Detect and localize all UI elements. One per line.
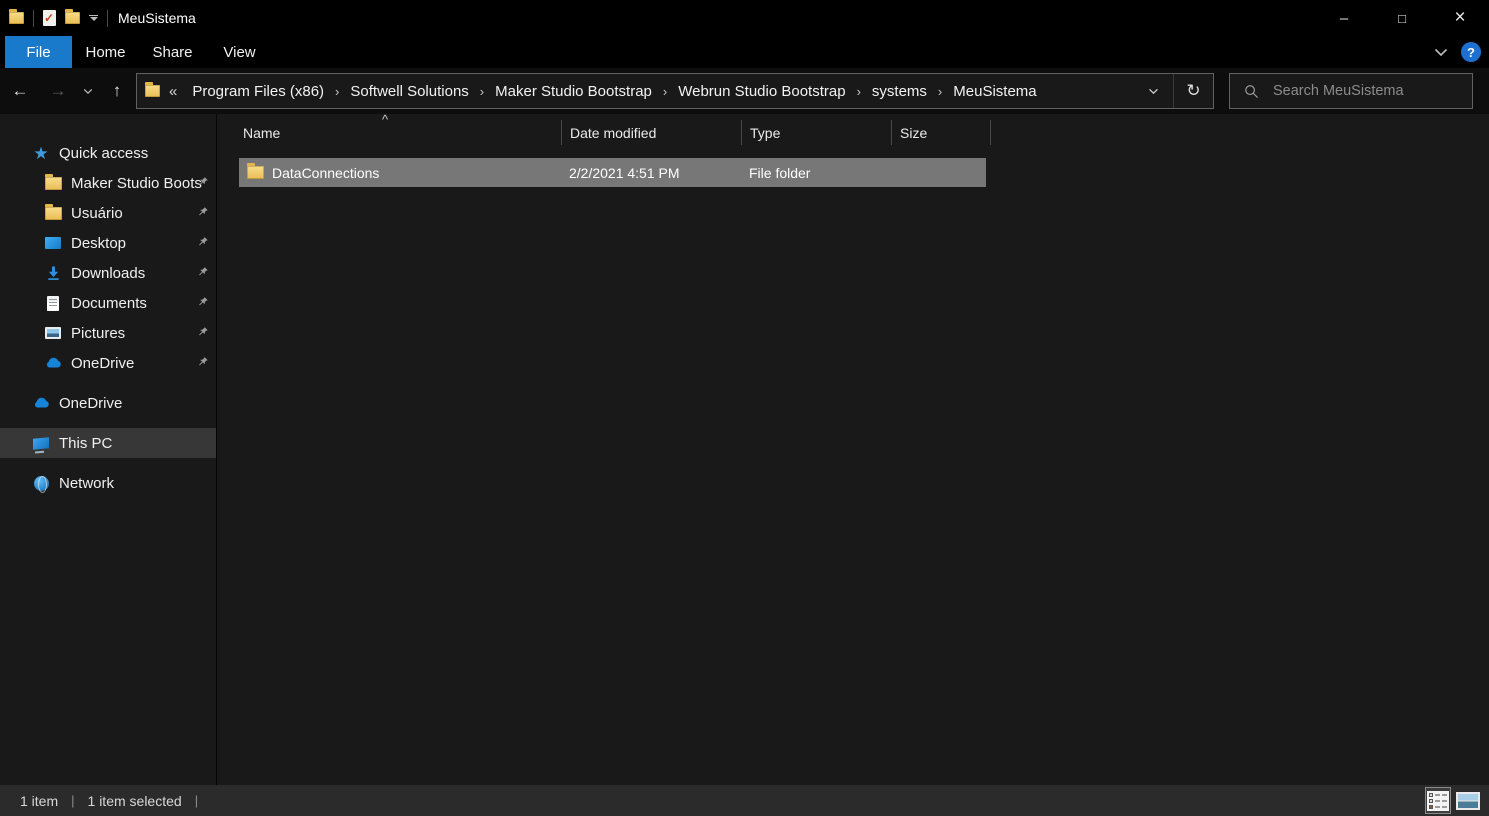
breadcrumb-overflow-button[interactable]: « [160, 83, 186, 100]
forward-button[interactable]: → [40, 73, 76, 109]
quick-access-toolbar [0, 10, 108, 27]
details-view-button[interactable] [1425, 787, 1451, 814]
onedrive-cloud-icon [44, 357, 62, 369]
column-header-size[interactable]: Size [891, 120, 991, 145]
folder-icon [247, 166, 264, 179]
pictures-icon [44, 327, 62, 339]
new-folder-qat-icon[interactable] [65, 12, 80, 24]
selection-count: 1 item selected [88, 793, 182, 809]
breadcrumb-separator[interactable]: › [658, 84, 672, 99]
divider [33, 10, 34, 27]
address-folder-icon [145, 85, 160, 97]
maximize-button[interactable]: □ [1373, 0, 1431, 36]
up-button[interactable]: ↑ [100, 73, 134, 109]
breadcrumb-item[interactable]: Maker Studio Bootstrap [489, 83, 658, 100]
recent-locations-chevron-icon[interactable] [76, 73, 100, 109]
sidebar-item-quick-access[interactable]: ★ Quick access [0, 138, 216, 168]
quick-access-star-icon: ★ [32, 145, 50, 162]
sidebar-item-maker-studio-boots[interactable]: Maker Studio Boots [0, 168, 216, 198]
search-input[interactable] [1273, 83, 1443, 99]
sidebar-item-this-pc[interactable]: This PC [0, 428, 216, 458]
this-pc-icon [32, 438, 50, 449]
item-count: 1 item [20, 793, 58, 809]
onedrive-cloud-icon [32, 397, 50, 409]
sort-ascending-caret-icon: ^ [382, 112, 388, 127]
pin-icon[interactable] [197, 176, 209, 188]
file-row-dataconnections[interactable]: DataConnections 2/2/2021 4:51 PM File fo… [239, 158, 986, 187]
desktop-icon [44, 237, 62, 249]
breadcrumb-item[interactable]: Program Files (x86) [186, 83, 330, 100]
status-bar: 1 item | 1 item selected | [0, 785, 1489, 816]
sidebar-item-documents[interactable]: Documents [0, 288, 216, 318]
thumbnail-view-icon [1456, 792, 1480, 810]
back-button[interactable]: ← [0, 73, 40, 109]
details-view-icon [1427, 791, 1449, 811]
navigation-bar: ← → ↑ « Program Files (x86) › Softwell S… [0, 68, 1489, 114]
network-icon [32, 476, 50, 491]
tab-share[interactable]: Share [139, 36, 206, 68]
folder-icon [44, 207, 62, 220]
expand-ribbon-chevron-icon[interactable] [1434, 48, 1448, 57]
breadcrumb-separator[interactable]: › [475, 84, 489, 99]
breadcrumb-separator[interactable]: › [330, 84, 344, 99]
breadcrumb-separator[interactable]: › [852, 84, 866, 99]
column-header-date-modified[interactable]: Date modified [561, 120, 741, 145]
sidebar-item-pictures[interactable]: Pictures [0, 318, 216, 348]
ribbon-tab-row: File Home Share View ? [0, 36, 1489, 68]
file-name: DataConnections [272, 165, 379, 181]
column-header-name[interactable]: Name [217, 120, 561, 145]
content-area: ★ Quick access Maker Studio Boots Usuári… [0, 114, 1489, 785]
tab-view[interactable]: View [206, 36, 273, 68]
column-headers: ^ Name Date modified Type Size [217, 114, 1489, 151]
pin-icon[interactable] [197, 296, 209, 308]
properties-qat-icon[interactable] [43, 10, 56, 26]
sidebar-item-usuario[interactable]: Usuário [0, 198, 216, 228]
file-type: File folder [741, 165, 891, 181]
breadcrumb-item[interactable]: MeuSistema [947, 83, 1042, 100]
sidebar-item-desktop[interactable]: Desktop [0, 228, 216, 258]
window-controls: – □ × [1315, 0, 1489, 36]
help-button[interactable]: ? [1461, 42, 1481, 62]
documents-icon [44, 296, 62, 311]
divider: | [58, 793, 87, 808]
close-button[interactable]: × [1431, 0, 1489, 36]
tab-home[interactable]: Home [72, 36, 139, 68]
divider: | [182, 793, 211, 808]
address-dropdown-chevron-icon[interactable] [1133, 74, 1173, 108]
file-explorer-window: MeuSistema – □ × File Home Share View ? … [0, 0, 1489, 816]
pin-icon[interactable] [197, 356, 209, 368]
pin-icon[interactable] [197, 236, 209, 248]
sidebar-item-onedrive[interactable]: OneDrive [0, 388, 216, 418]
tab-file[interactable]: File [5, 36, 72, 68]
downloads-icon [44, 265, 62, 281]
search-icon [1244, 84, 1259, 99]
folder-icon [44, 177, 62, 190]
file-date-modified: 2/2/2021 4:51 PM [561, 165, 741, 181]
address-bar[interactable]: « Program Files (x86) › Softwell Solutio… [136, 73, 1214, 109]
refresh-button[interactable]: ↻ [1173, 74, 1213, 108]
breadcrumb-item[interactable]: Softwell Solutions [344, 83, 474, 100]
pin-icon[interactable] [197, 206, 209, 218]
sidebar-item-onedrive-pinned[interactable]: OneDrive [0, 348, 216, 378]
minimize-button[interactable]: – [1315, 0, 1373, 36]
breadcrumb-separator[interactable]: › [933, 84, 947, 99]
window-title: MeuSistema [118, 10, 196, 26]
search-box [1229, 73, 1473, 109]
sidebar-item-network[interactable]: Network [0, 468, 216, 498]
sidebar-item-downloads[interactable]: Downloads [0, 258, 216, 288]
navigation-pane: ★ Quick access Maker Studio Boots Usuári… [0, 114, 217, 785]
file-list-panel: ^ Name Date modified Type Size DataConne… [217, 114, 1489, 785]
divider [107, 10, 108, 27]
pin-icon[interactable] [197, 326, 209, 338]
qat-customize-dropdown-icon[interactable] [89, 15, 98, 21]
column-header-type[interactable]: Type [741, 120, 891, 145]
breadcrumb-item[interactable]: Webrun Studio Bootstrap [672, 83, 851, 100]
breadcrumb-item[interactable]: systems [866, 83, 933, 100]
large-icons-view-button[interactable] [1455, 787, 1481, 814]
pin-icon[interactable] [197, 266, 209, 278]
explorer-window-icon [9, 12, 24, 24]
titlebar: MeuSistema – □ × [0, 0, 1489, 36]
